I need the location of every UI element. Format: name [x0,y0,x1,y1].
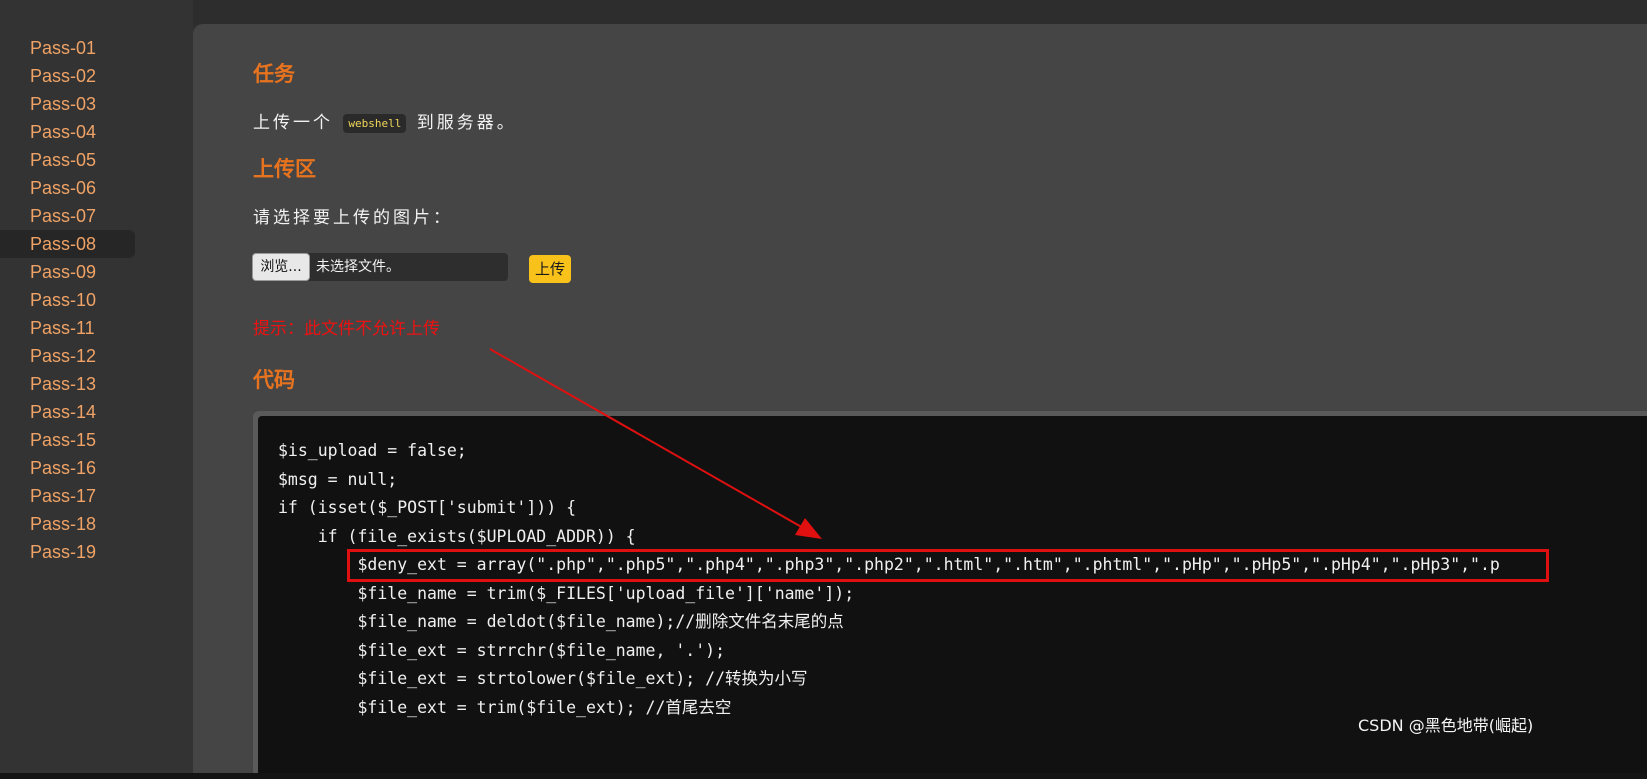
sidebar-item-pass-16[interactable]: Pass-16 [0,454,135,482]
sidebar-item-pass-18[interactable]: Pass-18 [0,510,135,538]
sidebar-item-pass-11[interactable]: Pass-11 [0,314,135,342]
sidebar-item-pass-09[interactable]: Pass-09 [0,258,135,286]
sidebar-item-pass-06[interactable]: Pass-06 [0,174,135,202]
webshell-code: webshell [343,113,407,133]
code-line: $is_upload = false; [278,441,467,460]
top-bar [0,0,1647,24]
code-line: $file_name = trim($_FILES['upload_file']… [278,583,855,603]
sidebar-item-pass-05[interactable]: Pass-05 [0,146,135,174]
code-heading: 代码 [253,368,295,392]
code-line: $file_ext = trim($file_ext); //首尾去空 [278,697,732,717]
code-line: $deny_ext = array(".php",".php5",".php4"… [278,555,1500,574]
sidebar-item-pass-12[interactable]: Pass-12 [0,342,135,370]
upload-prompt: 请选择要上传的图片： [253,208,453,228]
sidebar-item-pass-15[interactable]: Pass-15 [0,426,135,454]
task-description: 上传一个 webshell 到服务器。 [253,108,517,133]
sidebar-item-pass-08[interactable]: Pass-08 [0,230,135,258]
pass-nav-list: Pass-01 Pass-02 Pass-03 Pass-04 Pass-05 Pass-… [0,34,135,566]
browse-button[interactable]: 浏览... [252,253,310,281]
sidebar-item-pass-13[interactable]: Pass-13 [0,370,135,398]
code-lines: $is_upload = false; $msg = null; if (isset… [278,437,1500,722]
task-heading: 任务 [253,62,295,86]
code-line: $msg = null; [278,469,398,489]
code-line: $file_name = deldot($file_name);//删除文件名末… [278,612,844,631]
upload-button[interactable]: 上传 [529,255,571,283]
upload-hint: 提示：此文件不允许上传 [253,319,440,339]
code-line: if (file_exists($UPLOAD_ADDR)) { [278,526,636,546]
upload-heading: 上传区 [253,157,316,181]
csdn-watermark: CSDN @黑色地带(崛起) [1358,716,1534,735]
sidebar-item-pass-10[interactable]: Pass-10 [0,286,135,314]
sidebar-item-pass-03[interactable]: Pass-03 [0,90,135,118]
sidebar: Pass-01 Pass-02 Pass-03 Pass-04 Pass-05 Pass-… [0,0,193,779]
file-status: 未选择文件。 [316,259,400,275]
sidebar-item-pass-04[interactable]: Pass-04 [0,118,135,146]
sidebar-item-pass-01[interactable]: Pass-01 [0,34,135,62]
code-line: $file_ext = strtolower($file_ext); //转换为… [278,669,808,688]
sidebar-item-pass-14[interactable]: Pass-14 [0,398,135,426]
main-content: 任务 上传一个 webshell 到服务器。 上传区 请选择要上传的图片： 浏览… [193,24,1647,779]
bottom-strip [0,773,1647,779]
file-input[interactable]: 浏览... 未选择文件。 [252,253,508,281]
code-line: $file_ext = strrchr($file_name, '.'); [278,640,726,660]
sidebar-item-pass-07[interactable]: Pass-07 [0,202,135,230]
sidebar-item-pass-17[interactable]: Pass-17 [0,482,135,510]
code-line: if (isset($_POST['submit'])) { [278,498,577,517]
sidebar-item-pass-02[interactable]: Pass-02 [0,62,135,90]
task-text-after: 到服务器。 [416,113,517,133]
sidebar-item-pass-19[interactable]: Pass-19 [0,538,135,566]
task-text-before: 上传一个 [253,113,333,133]
